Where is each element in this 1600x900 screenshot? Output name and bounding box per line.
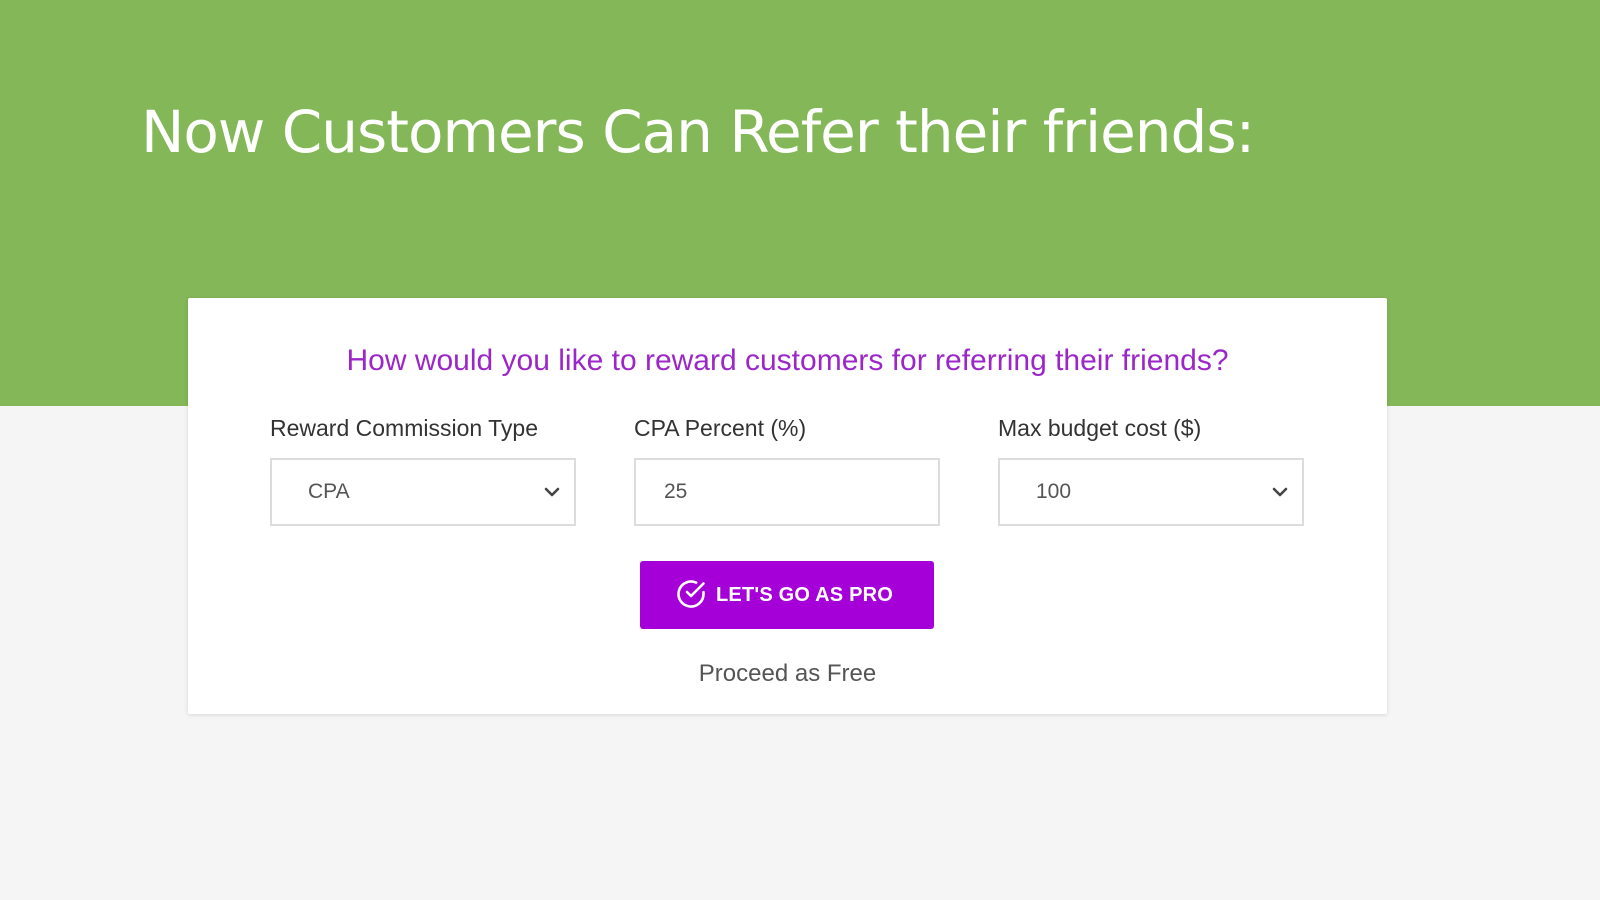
reward-commission-type-value: CPA <box>308 480 350 503</box>
reward-commission-type-field: Reward Commission Type CPA <box>270 413 580 526</box>
lets-go-as-pro-button[interactable]: LET'S GO AS PRO <box>640 561 934 629</box>
reward-commission-type-select[interactable]: CPA <box>270 458 576 526</box>
cpa-percent-label: CPA Percent (%) <box>634 415 807 441</box>
chevron-down-icon <box>544 487 560 497</box>
cpa-percent-value: 25 <box>664 480 688 503</box>
max-budget-cost-value: 100 <box>1036 480 1072 503</box>
page-title: Now Customers Can Refer their friends: <box>141 98 1255 166</box>
max-budget-cost-select[interactable]: 100 <box>998 458 1304 526</box>
reward-question: How would you like to reward customers f… <box>346 344 1229 377</box>
lets-go-as-pro-label: LET'S GO AS PRO <box>716 584 894 606</box>
chevron-down-icon <box>1272 487 1288 497</box>
max-budget-cost-field: Max budget cost ($) 100 <box>998 413 1308 526</box>
proceed-as-free-link[interactable]: Proceed as Free <box>188 660 1387 688</box>
check-circle-icon <box>677 580 705 608</box>
reward-commission-type-label: Reward Commission Type <box>270 415 539 441</box>
reward-settings-card: How would you like to reward customers f… <box>188 298 1387 714</box>
cpa-percent-input[interactable]: 25 <box>634 458 940 526</box>
cpa-percent-field: CPA Percent (%) 25 <box>634 413 944 526</box>
max-budget-cost-label: Max budget cost ($) <box>998 415 1202 441</box>
